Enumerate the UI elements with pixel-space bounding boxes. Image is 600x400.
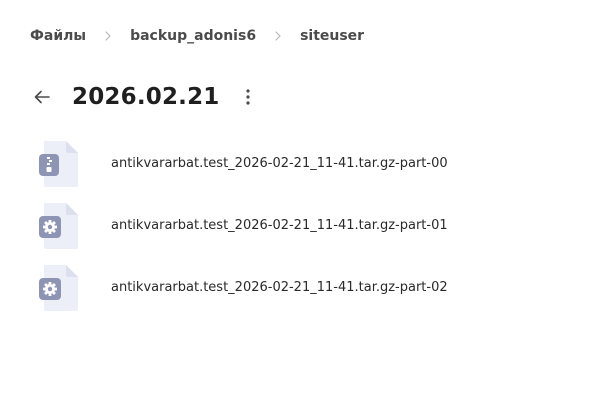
breadcrumb-item-files[interactable]: Файлы bbox=[30, 28, 86, 44]
file-name: antikvararbat.test_2026-02-21_11-41.tar.… bbox=[111, 279, 448, 295]
arrow-left-icon[interactable] bbox=[30, 85, 54, 109]
breadcrumb-item-backup-adonis6[interactable]: backup_adonis6 bbox=[130, 28, 256, 44]
list-item[interactable]: antikvararbat.test_2026-02-21_11-41.tar.… bbox=[30, 194, 590, 256]
file-name: antikvararbat.test_2026-02-21_11-41.tar.… bbox=[111, 155, 448, 171]
settings-file-icon bbox=[30, 199, 86, 251]
file-browser-page: Файлы backup_adonis6 siteuser 2026.02.21 bbox=[0, 0, 600, 400]
list-item[interactable]: antikvararbat.test_2026-02-21_11-41.tar.… bbox=[30, 256, 590, 318]
breadcrumb-item-siteuser[interactable]: siteuser bbox=[300, 28, 364, 44]
folder-header: 2026.02.21 bbox=[30, 82, 258, 112]
file-name: antikvararbat.test_2026-02-21_11-41.tar.… bbox=[111, 217, 448, 233]
chevron-right-icon bbox=[86, 26, 130, 46]
file-list: antikvararbat.test_2026-02-21_11-41.tar.… bbox=[30, 132, 590, 318]
breadcrumb: Файлы backup_adonis6 siteuser bbox=[30, 26, 364, 46]
archive-file-icon bbox=[30, 137, 86, 189]
list-item[interactable]: antikvararbat.test_2026-02-21_11-41.tar.… bbox=[30, 132, 590, 194]
settings-file-icon bbox=[30, 261, 86, 313]
page-title: 2026.02.21 bbox=[72, 84, 220, 110]
vertical-dots-icon[interactable] bbox=[238, 85, 258, 109]
chevron-right-icon bbox=[256, 26, 300, 46]
